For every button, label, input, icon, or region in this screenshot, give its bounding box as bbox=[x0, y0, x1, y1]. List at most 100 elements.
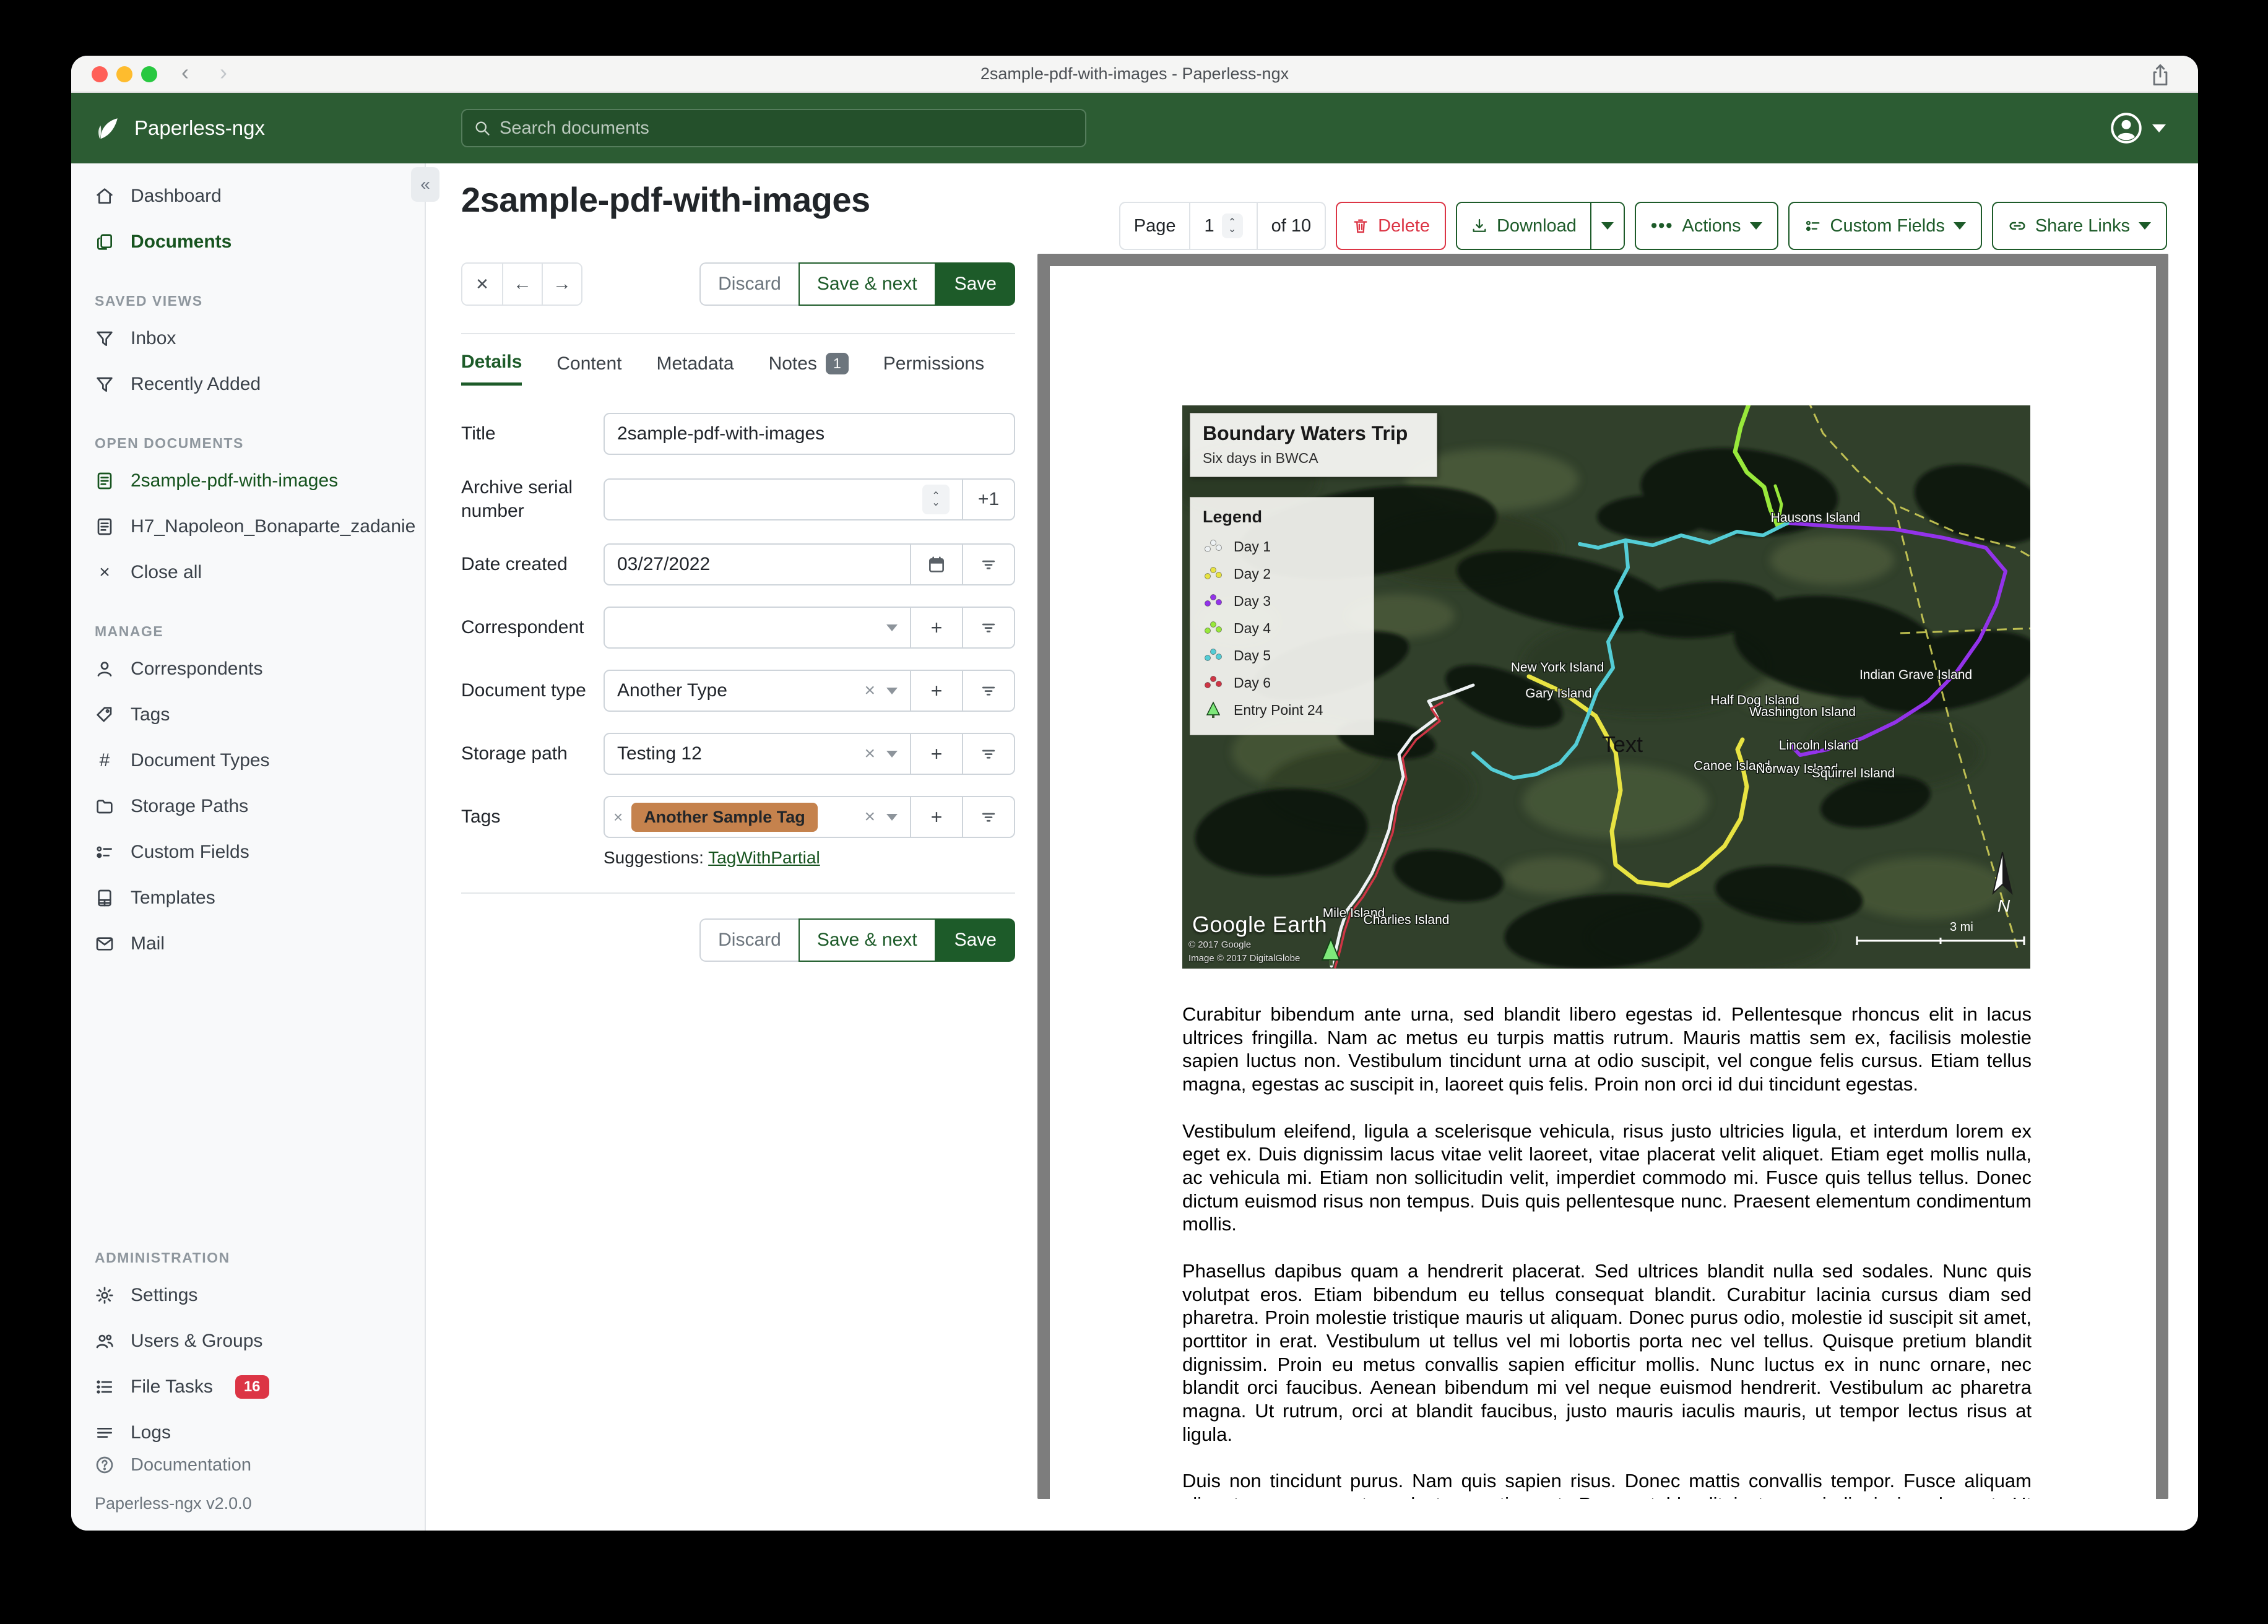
page-stepper[interactable]: ⌃ ⌄ bbox=[1221, 214, 1243, 238]
sidebar-item-inbox[interactable]: Inbox bbox=[71, 316, 425, 361]
search-icon bbox=[475, 121, 490, 136]
storage-path-filter-button[interactable] bbox=[962, 734, 1014, 774]
tag-chip[interactable]: Another Sample Tag bbox=[631, 802, 818, 832]
divider bbox=[461, 333, 1015, 334]
discard-button[interactable]: Discard bbox=[699, 918, 799, 962]
sidebar-collapse-button[interactable]: « bbox=[411, 167, 439, 202]
save-button[interactable]: Save bbox=[935, 262, 1015, 306]
sidebar-item-label: Settings bbox=[131, 1285, 198, 1305]
tab-notes[interactable]: Notes 1 bbox=[769, 352, 849, 386]
sidebar-item-users-groups[interactable]: Users & Groups bbox=[71, 1318, 425, 1364]
suggestions-label: Suggestions: bbox=[604, 848, 704, 867]
close-document-button[interactable]: ✕ bbox=[462, 264, 502, 304]
logs-icon bbox=[97, 1428, 112, 1438]
chevron-down-icon bbox=[886, 750, 898, 758]
tags-input[interactable]: × Another Sample Tag × bbox=[605, 797, 910, 837]
correspondent-select[interactable] bbox=[605, 608, 910, 647]
legend-label: Day 6 bbox=[1234, 674, 1271, 691]
share-icon[interactable] bbox=[2150, 63, 2171, 87]
save-next-button[interactable]: Save & next bbox=[798, 262, 936, 306]
asn-input[interactable]: ⌃ ⌄ bbox=[605, 480, 962, 519]
correspondent-filter-button[interactable] bbox=[962, 608, 1014, 647]
storage-path-select[interactable]: Testing 12 × bbox=[605, 734, 910, 774]
document-type-filter-button[interactable] bbox=[962, 671, 1014, 710]
tab-content[interactable]: Content bbox=[556, 352, 621, 386]
actions-button[interactable]: ••• Actions bbox=[1634, 202, 1778, 250]
tab-permissions[interactable]: Permissions bbox=[883, 352, 984, 386]
next-document-button[interactable]: → bbox=[542, 264, 581, 304]
sidebar-item-label: Mail bbox=[131, 933, 165, 954]
search-input[interactable] bbox=[500, 118, 1074, 139]
sidebar-item-mail[interactable]: Mail bbox=[71, 921, 425, 967]
map-legend: Legend Day 1 Day 2 Day 3 Day 4 Day 5 Day… bbox=[1190, 497, 1374, 735]
island-label: Indian Grave Island bbox=[1859, 668, 1972, 682]
global-search[interactable] bbox=[461, 109, 1086, 147]
title-input[interactable]: 2sample-pdf-with-images bbox=[605, 414, 1014, 454]
pdf-preview[interactable]: Hausons Island New York Island Gary Isla… bbox=[1037, 254, 2168, 1499]
sidebar-item-open-doc-2[interactable]: H7_Napoleon_Bonaparte_zadanie bbox=[71, 504, 425, 550]
suggestion-link[interactable]: TagWithPartial bbox=[708, 848, 820, 867]
sidebar-item-label: Templates bbox=[131, 888, 215, 908]
document-type-add-button[interactable]: + bbox=[910, 671, 962, 710]
discard-button[interactable]: Discard bbox=[699, 262, 799, 306]
brand[interactable]: Paperless-ngx bbox=[93, 114, 265, 142]
sidebar-item-dashboard[interactable]: Dashboard bbox=[71, 173, 425, 219]
sidebar-item-documents[interactable]: Documents bbox=[71, 219, 425, 265]
sidebar-item-file-tasks[interactable]: File Tasks 16 bbox=[71, 1364, 425, 1410]
asn-stepper[interactable]: ⌃ ⌄ bbox=[922, 484, 950, 514]
sidebar-item-tags[interactable]: Tags bbox=[71, 692, 425, 738]
tab-label: Content bbox=[556, 353, 622, 374]
download-split-button: Download bbox=[1455, 202, 1625, 250]
legend-label: Day 3 bbox=[1234, 592, 1271, 609]
save-actions-bottom: Discard Save & next Save bbox=[699, 918, 1015, 962]
correspondent-add-button[interactable]: + bbox=[910, 608, 962, 647]
map-title: Boundary Waters Trip bbox=[1203, 422, 1408, 444]
previous-document-button[interactable]: ← bbox=[502, 264, 542, 304]
sidebar-item-custom-fields[interactable]: Custom Fields bbox=[71, 829, 425, 875]
tags-filter-button[interactable] bbox=[962, 797, 1014, 837]
calendar-button[interactable] bbox=[910, 545, 962, 584]
field-label: Date created bbox=[461, 554, 568, 575]
island-label: New York Island bbox=[1511, 660, 1604, 675]
sidebar-item-correspondents[interactable]: Correspondents bbox=[71, 646, 425, 692]
sidebar-item-label: Correspondents bbox=[131, 659, 263, 679]
trail-dots-icon bbox=[1205, 540, 1222, 552]
chevron-down-icon bbox=[886, 687, 898, 694]
hash-icon: # bbox=[99, 750, 110, 771]
date-created-input[interactable]: 03/27/2022 bbox=[605, 545, 910, 584]
document-type-select[interactable]: Another Type × bbox=[605, 671, 910, 710]
page-number-input[interactable]: 1 ⌃ ⌄ bbox=[1189, 203, 1258, 249]
tags-add-button[interactable]: + bbox=[910, 797, 962, 837]
share-links-button[interactable]: Share Links bbox=[1991, 202, 2167, 250]
clear-icon[interactable]: × bbox=[864, 743, 875, 764]
tab-details[interactable]: Details bbox=[461, 352, 522, 386]
date-filter-button[interactable] bbox=[962, 545, 1014, 584]
custom-fields-button[interactable]: Custom Fields bbox=[1788, 202, 1982, 250]
remove-tag-icon[interactable]: × bbox=[613, 808, 623, 827]
delete-button[interactable]: Delete bbox=[1336, 202, 1446, 250]
clear-icon[interactable]: × bbox=[864, 680, 875, 701]
download-dropdown-toggle[interactable] bbox=[1590, 203, 1624, 249]
tab-metadata[interactable]: Metadata bbox=[656, 352, 734, 386]
user-menu[interactable] bbox=[2110, 112, 2166, 144]
calendar-icon bbox=[929, 556, 944, 572]
storage-path-add-button[interactable]: + bbox=[910, 734, 962, 774]
save-next-button[interactable]: Save & next bbox=[798, 918, 936, 962]
sidebar-item-settings[interactable]: Settings bbox=[71, 1272, 425, 1318]
home-icon bbox=[97, 188, 113, 204]
sidebar-item-open-doc-1[interactable]: 2sample-pdf-with-images bbox=[71, 458, 425, 504]
save-button[interactable]: Save bbox=[935, 918, 1015, 962]
sidebar-item-storage-paths[interactable]: Storage Paths bbox=[71, 784, 425, 829]
download-button[interactable]: Download bbox=[1456, 203, 1590, 249]
map-subtitle: Six days in BWCA bbox=[1203, 450, 1318, 466]
sidebar-item-recently-added[interactable]: Recently Added bbox=[71, 361, 425, 407]
sidebar-section-manage: MANAGE bbox=[95, 623, 164, 639]
asn-plus-one-button[interactable]: +1 bbox=[962, 479, 1014, 519]
sidebar-item-close-all[interactable]: × Close all bbox=[71, 550, 425, 595]
sidebar-item-document-types[interactable]: # Document Types bbox=[71, 738, 425, 784]
top-navbar: Paperless-ngx bbox=[71, 93, 2198, 163]
sidebar-item-documentation[interactable]: Documentation bbox=[71, 1442, 425, 1488]
clear-icon[interactable]: × bbox=[864, 806, 875, 827]
sidebar-item-templates[interactable]: Templates bbox=[71, 875, 425, 921]
sidebar-item-label: Documents bbox=[131, 231, 232, 252]
